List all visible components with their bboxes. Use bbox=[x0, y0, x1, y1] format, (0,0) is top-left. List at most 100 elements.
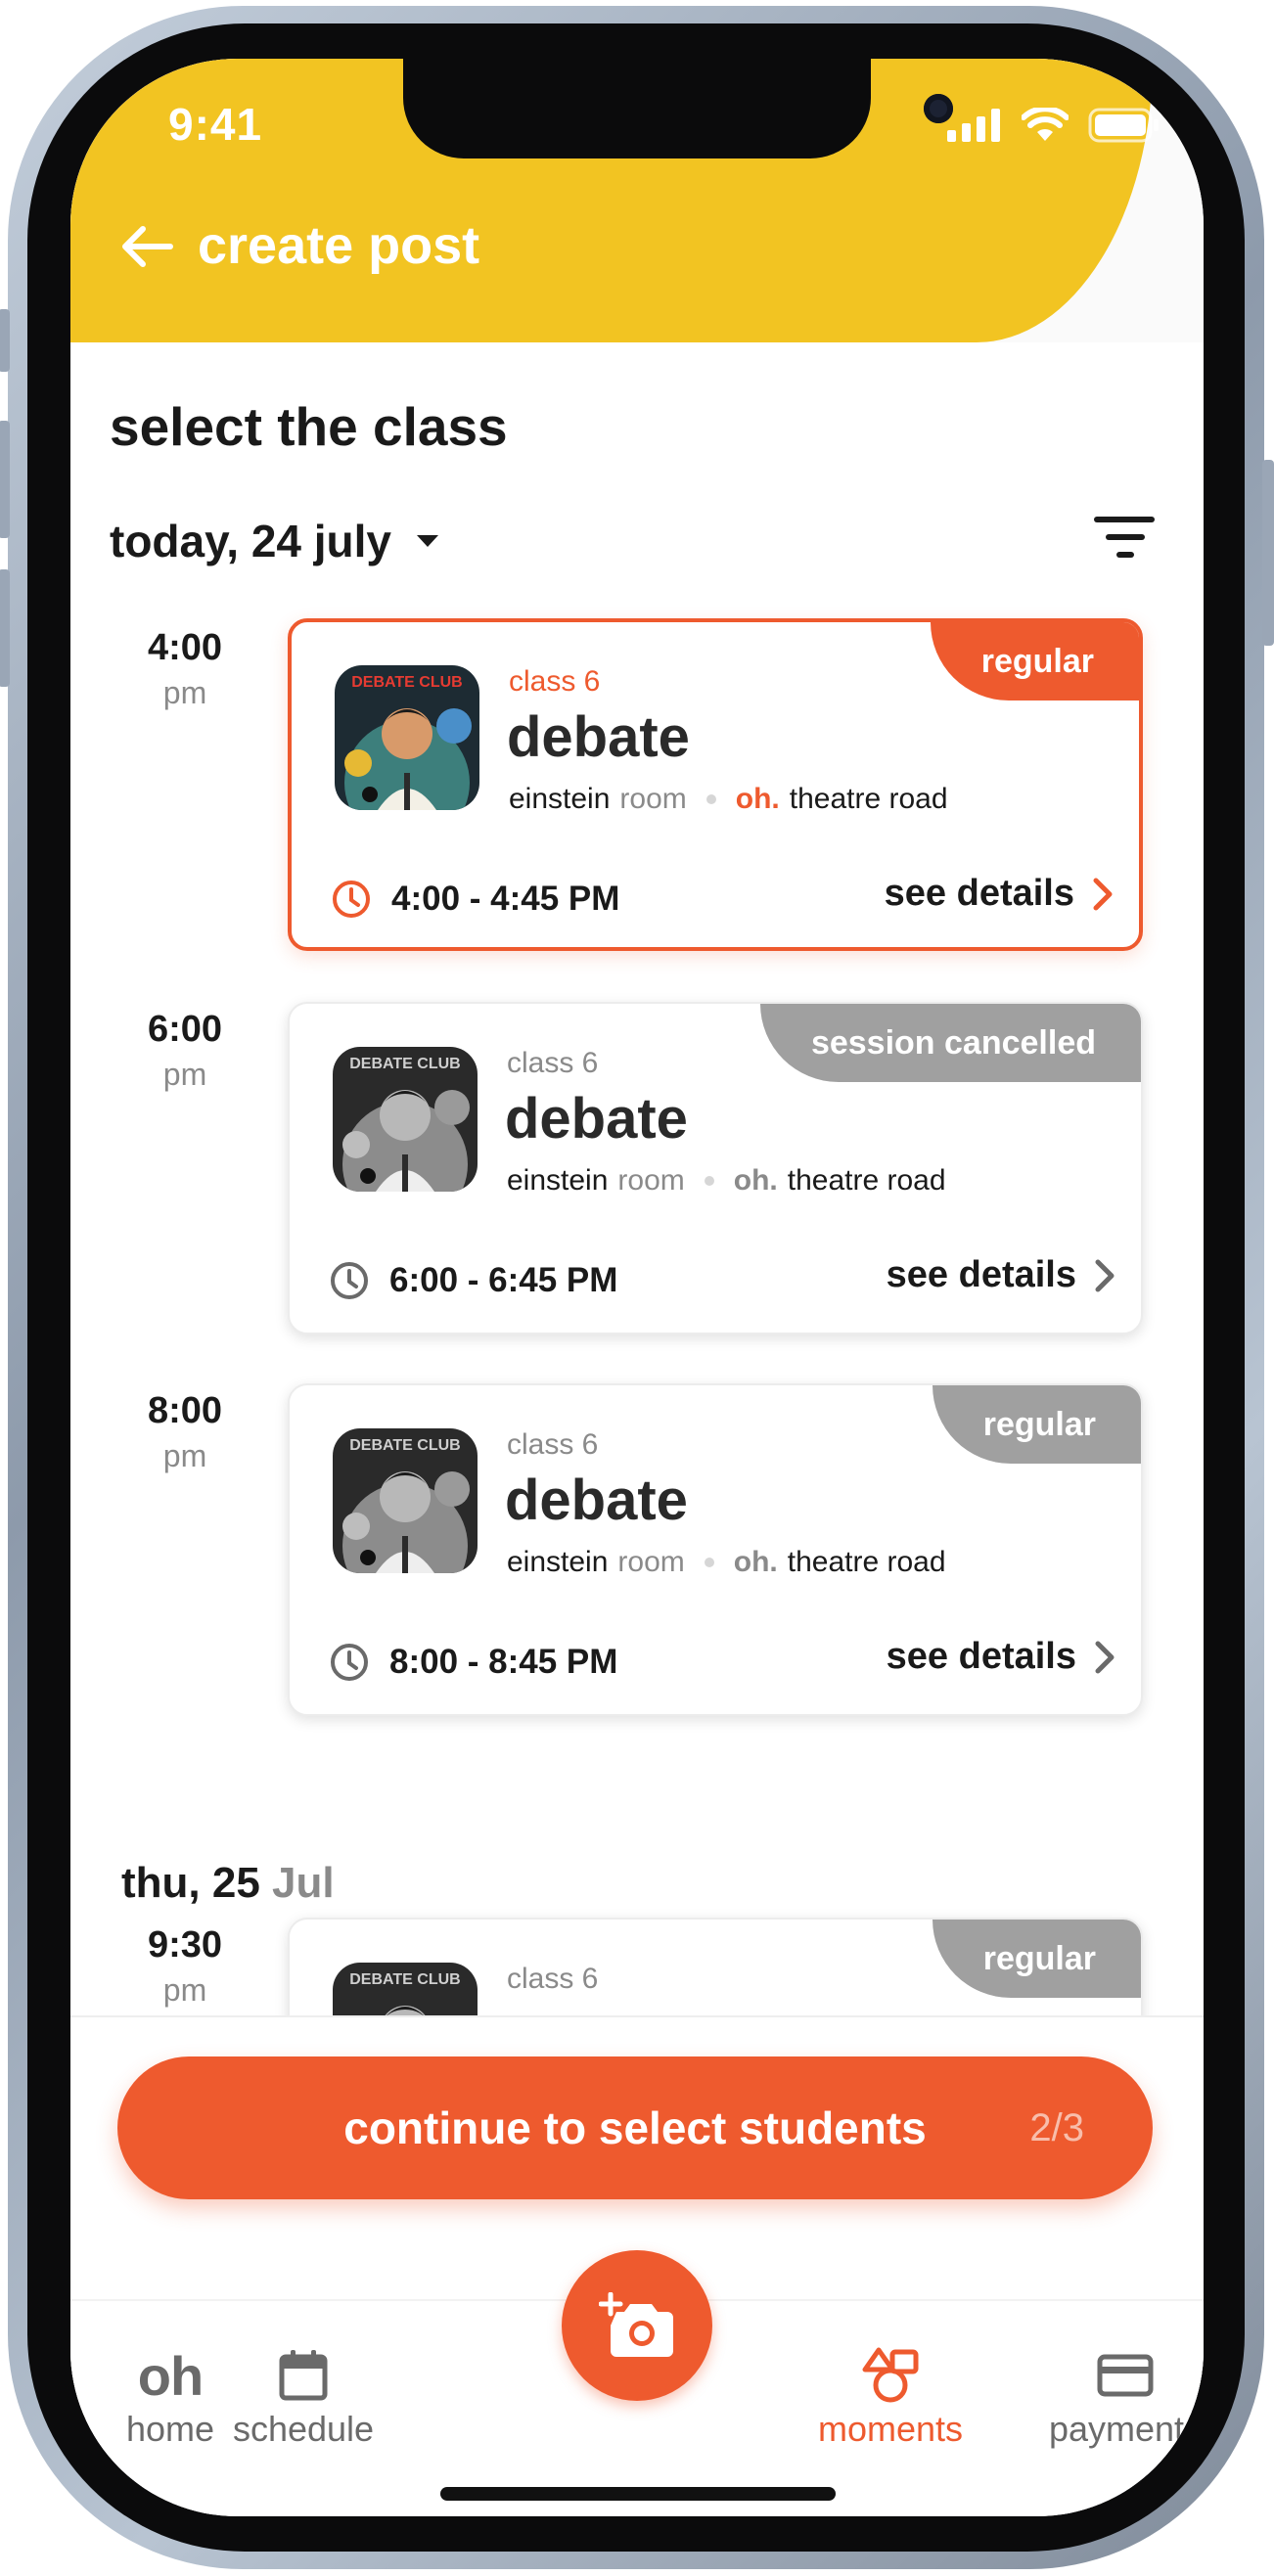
chevron-right-icon bbox=[1095, 1641, 1115, 1673]
separator-dot bbox=[704, 1176, 714, 1186]
class-thumbnail: DEBATE CLUB bbox=[333, 1428, 478, 1573]
day-heading-main: thu, 25 bbox=[121, 1859, 260, 1907]
thumbnail-title: DEBATE CLUB bbox=[351, 674, 462, 691]
class-type-badge: regular bbox=[932, 1385, 1141, 1464]
see-details-label: see details bbox=[884, 873, 1074, 914]
moments-icon bbox=[793, 2346, 988, 2405]
tab-payments[interactable]: payments bbox=[1027, 2346, 1204, 2450]
clock-icon bbox=[331, 1644, 368, 1681]
continue-button-label: continue to select students bbox=[343, 2102, 927, 2153]
class-time-row: 6:00 - 6:45 PM bbox=[329, 1260, 617, 1301]
time-slot-ampm: pm bbox=[162, 675, 207, 710]
class-grade-label: class 6 bbox=[507, 1428, 599, 1461]
side-button-power bbox=[1262, 460, 1274, 646]
caret-down-icon bbox=[417, 535, 439, 547]
time-slot-ampm: pm bbox=[162, 1438, 207, 1473]
wifi-icon bbox=[1022, 108, 1069, 141]
time-slot-hour: 6:00 bbox=[147, 1009, 223, 1050]
clock-icon bbox=[333, 881, 370, 918]
class-location: einstein room oh. theatre road bbox=[509, 783, 948, 816]
class-card[interactable]: regular DEBATE CLUB class 6 debate einst… bbox=[288, 618, 1143, 951]
tab-moments[interactable]: moments bbox=[793, 2346, 988, 2450]
thumbnail-title: DEBATE CLUB bbox=[349, 1056, 460, 1072]
tab-schedule[interactable]: schedule bbox=[205, 2346, 401, 2450]
class-location: einstein room oh. theatre road bbox=[507, 1546, 946, 1579]
class-location: einstein room oh. theatre road bbox=[507, 1164, 946, 1198]
separator-dot bbox=[704, 1558, 714, 1567]
add-photo-button[interactable] bbox=[562, 2250, 712, 2401]
time-slot-hour: 4:00 bbox=[147, 627, 223, 668]
chevron-right-icon bbox=[1093, 878, 1113, 910]
room-suffix: room bbox=[617, 1164, 685, 1197]
venue-name: theatre road bbox=[789, 783, 948, 815]
time-slot-label: 6:00 pm bbox=[131, 1006, 239, 1096]
time-slot-hour: 9:30 bbox=[147, 1924, 223, 1966]
see-details-link[interactable]: see details bbox=[885, 873, 1114, 915]
see-details-link[interactable]: see details bbox=[887, 1254, 1115, 1296]
header: 9:41 create post bbox=[70, 59, 1204, 342]
section-title: select the class bbox=[110, 396, 508, 457]
calendar-icon bbox=[205, 2346, 401, 2405]
date-dropdown[interactable]: today, 24 july bbox=[110, 515, 440, 567]
side-button-mute bbox=[0, 309, 10, 372]
brand-mark: oh. bbox=[733, 1164, 778, 1197]
date-dropdown-label: today, 24 july bbox=[110, 516, 392, 566]
venue-name: theatre road bbox=[787, 1546, 946, 1578]
app-screen: 9:41 create post select the class today,… bbox=[70, 59, 1204, 2516]
continue-button[interactable]: continue to select students 2/3 bbox=[117, 2056, 1153, 2199]
class-time-range: 8:00 - 8:45 PM bbox=[389, 1643, 618, 1681]
class-time-row: 4:00 - 4:45 PM bbox=[331, 879, 619, 920]
see-details-label: see details bbox=[886, 1254, 1076, 1295]
room-name: einstein bbox=[509, 783, 611, 815]
filter-icon bbox=[1094, 517, 1155, 558]
class-time-range: 6:00 - 6:45 PM bbox=[389, 1261, 618, 1299]
filter-button[interactable] bbox=[1088, 511, 1162, 565]
class-type-badge: regular bbox=[932, 1920, 1141, 1998]
class-grade-label: class 6 bbox=[507, 1047, 599, 1079]
time-slot-ampm: pm bbox=[162, 1972, 207, 2008]
day-heading-month: Jul bbox=[272, 1859, 335, 1907]
class-card[interactable]: regular DEBATE CLUB class 6 debate einst… bbox=[288, 1383, 1143, 1716]
status-icons bbox=[947, 108, 1160, 143]
brand-mark: oh. bbox=[735, 783, 780, 815]
side-button-volume-down bbox=[0, 569, 10, 687]
time-slot-hour: 8:00 bbox=[147, 1390, 223, 1431]
tab-payments-label: payments bbox=[1048, 2409, 1203, 2449]
class-time-row: 8:00 - 8:45 PM bbox=[329, 1642, 617, 1683]
tab-moments-label: moments bbox=[817, 2409, 964, 2449]
page-title: create post bbox=[198, 216, 480, 275]
room-name: einstein bbox=[507, 1546, 609, 1578]
notch bbox=[403, 59, 953, 158]
time-slot-label: 8:00 pm bbox=[131, 1387, 239, 1477]
home-indicator bbox=[440, 2487, 836, 2501]
class-card[interactable]: session cancelled DEBATE CLUB class 6 de… bbox=[288, 1002, 1143, 1334]
back-button[interactable] bbox=[108, 207, 186, 286]
room-suffix: room bbox=[617, 1546, 685, 1578]
class-type-badge: regular bbox=[930, 622, 1139, 700]
step-indicator: 2/3 bbox=[1029, 2105, 1084, 2149]
tab-schedule-label: schedule bbox=[232, 2409, 375, 2449]
side-button-volume-up bbox=[0, 421, 10, 538]
room-suffix: room bbox=[619, 783, 687, 815]
brand-mark: oh. bbox=[733, 1546, 778, 1578]
class-thumbnail: DEBATE CLUB bbox=[333, 1047, 478, 1192]
thumbnail-title: DEBATE CLUB bbox=[349, 1437, 460, 1454]
class-time-range: 4:00 - 4:45 PM bbox=[391, 880, 620, 918]
day-heading: thu, 25 Jul bbox=[121, 1859, 335, 1908]
class-type-badge: session cancelled bbox=[759, 1004, 1141, 1082]
status-time: 9:41 bbox=[168, 99, 263, 150]
room-name: einstein bbox=[507, 1164, 609, 1197]
class-name: debate bbox=[507, 705, 690, 769]
camera-add-icon bbox=[599, 2292, 673, 2357]
class-name: debate bbox=[505, 1469, 688, 1532]
chevron-right-icon bbox=[1095, 1259, 1115, 1291]
see-details-link[interactable]: see details bbox=[887, 1636, 1115, 1678]
signal-icon bbox=[947, 109, 1000, 142]
time-slot-label: 9:30 pm bbox=[131, 1921, 239, 2011]
time-slot-label: 4:00 pm bbox=[131, 624, 239, 714]
card-icon bbox=[1027, 2346, 1204, 2405]
separator-dot bbox=[705, 794, 716, 804]
thumbnail-title: DEBATE CLUB bbox=[349, 1971, 460, 1988]
see-details-label: see details bbox=[886, 1636, 1076, 1677]
class-name: debate bbox=[505, 1087, 688, 1151]
